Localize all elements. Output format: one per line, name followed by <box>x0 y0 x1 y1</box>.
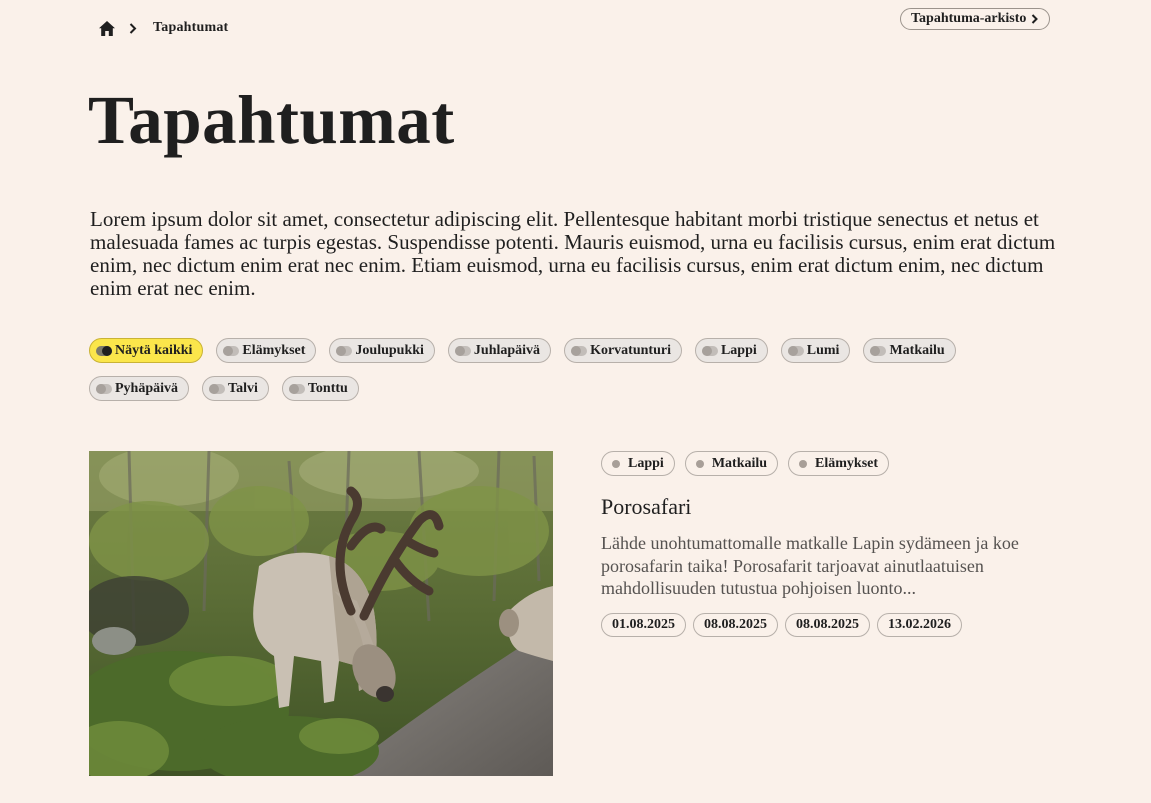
filter-chip-label: Lumi <box>806 342 840 358</box>
event-image[interactable] <box>89 451 553 776</box>
filter-chip[interactable]: Joulupukki <box>329 338 435 363</box>
toggle-knob <box>209 383 220 394</box>
filter-chip-label: Joulupukki <box>355 342 424 358</box>
page-title: Tapahtumat <box>88 82 455 158</box>
filter-chip[interactable]: Tonttu <box>281 376 359 401</box>
toggle-knob <box>870 345 881 356</box>
filter-chip-label: Lappi <box>720 342 757 358</box>
tag-dot-icon <box>695 459 704 468</box>
toggle-icon <box>223 345 240 356</box>
event-tag-label: Lappi <box>628 455 664 471</box>
page: Tapahtumat Tapahtuma-arkisto Tapahtumat … <box>0 0 1151 803</box>
home-icon[interactable] <box>98 20 115 37</box>
filter-chip[interactable]: Juhlapäivä <box>447 338 552 363</box>
toggle-icon <box>288 383 305 394</box>
filter-chip-label: Matkailu <box>889 342 945 358</box>
toggle-knob <box>701 345 712 356</box>
toggle-knob <box>96 383 106 394</box>
filter-row: Näytä kaikki Elämykset Joulupukki Juhlapäiv… <box>89 338 1079 363</box>
filter-chip[interactable]: Korvatunturi <box>564 338 682 363</box>
filter-chip-label: Korvatunturi <box>590 342 671 358</box>
breadcrumb-current: Tapahtumat <box>153 20 229 35</box>
toggle-icon <box>96 345 112 356</box>
filter-chip[interactable]: Pyhäpäivä <box>89 376 190 401</box>
filter-chip[interactable]: Matkailu <box>863 338 956 363</box>
chevron-right-icon <box>129 22 139 34</box>
toggle-icon <box>96 383 112 394</box>
toggle-icon <box>454 345 471 356</box>
filter-chip[interactable]: Näytä kaikki <box>89 338 204 363</box>
event-title[interactable]: Porosafari <box>601 494 1061 520</box>
tag-dot-icon <box>799 459 808 468</box>
filter-chip-label: Tonttu <box>307 380 348 396</box>
toggle-knob <box>102 345 112 356</box>
toggle-knob <box>288 383 299 394</box>
filter-chip-label: Juhlapäivä <box>473 342 541 358</box>
toggle-icon <box>701 345 718 356</box>
filter-row: Pyhäpäivä Talvi Tonttu <box>89 376 1079 401</box>
toggle-knob <box>223 345 234 356</box>
filter-chip[interactable]: Talvi <box>202 376 269 401</box>
event-info: Lappi Matkailu Elämykset Porosafari Lähde … <box>601 451 1061 637</box>
archive-link-button[interactable]: Tapahtuma-arkisto <box>900 8 1051 30</box>
toggle-icon <box>870 345 887 356</box>
chevron-right-icon <box>1031 14 1039 24</box>
page-intro: Lorem ipsum dolor sit amet, consectetur … <box>90 207 1056 300</box>
event-date: 13.02.2026 <box>877 612 962 637</box>
event-tag[interactable]: Lappi <box>601 451 675 476</box>
filter-chip[interactable]: Lappi <box>694 338 768 363</box>
event-date: 08.08.2025 <box>785 612 870 637</box>
toggle-knob <box>454 345 465 356</box>
event-tag[interactable]: Matkailu <box>684 451 779 476</box>
toggle-icon <box>571 345 588 356</box>
filter-chip[interactable]: Lumi <box>780 338 851 363</box>
filter-chip-label: Näytä kaikki <box>115 342 193 358</box>
filter-chip[interactable]: Elämykset <box>216 338 317 363</box>
toggle-icon <box>787 345 804 356</box>
category-filters: Näytä kaikki Elämykset Joulupukki Juhlapäiv… <box>89 338 1079 414</box>
filter-chip-label: Talvi <box>228 380 258 396</box>
toggle-knob <box>787 345 798 356</box>
event-tags: Lappi Matkailu Elämykset <box>601 451 1061 476</box>
archive-link-label: Tapahtuma-arkisto <box>911 11 1027 26</box>
event-date: 08.08.2025 <box>693 612 778 637</box>
toggle-icon <box>336 345 353 356</box>
tag-dot-icon <box>612 459 620 468</box>
toggle-knob <box>571 345 582 356</box>
event-tag-label: Matkailu <box>711 455 768 471</box>
event-description: Lähde unohtumattomalle matkalle Lapin sy… <box>601 533 1019 598</box>
toggle-knob <box>336 345 347 356</box>
filter-chip-label: Elämykset <box>242 342 306 358</box>
filter-chip-label: Pyhäpäivä <box>115 380 179 396</box>
breadcrumb: Tapahtumat <box>98 17 228 39</box>
event-dates: 01.08.2025 08.08.2025 08.08.2025 13.02.2026 <box>601 612 1061 637</box>
event-tag[interactable]: Elämykset <box>788 451 890 476</box>
event-date: 01.08.2025 <box>601 612 686 637</box>
toggle-icon <box>209 383 226 394</box>
event-tag-label: Elämykset <box>815 455 879 471</box>
